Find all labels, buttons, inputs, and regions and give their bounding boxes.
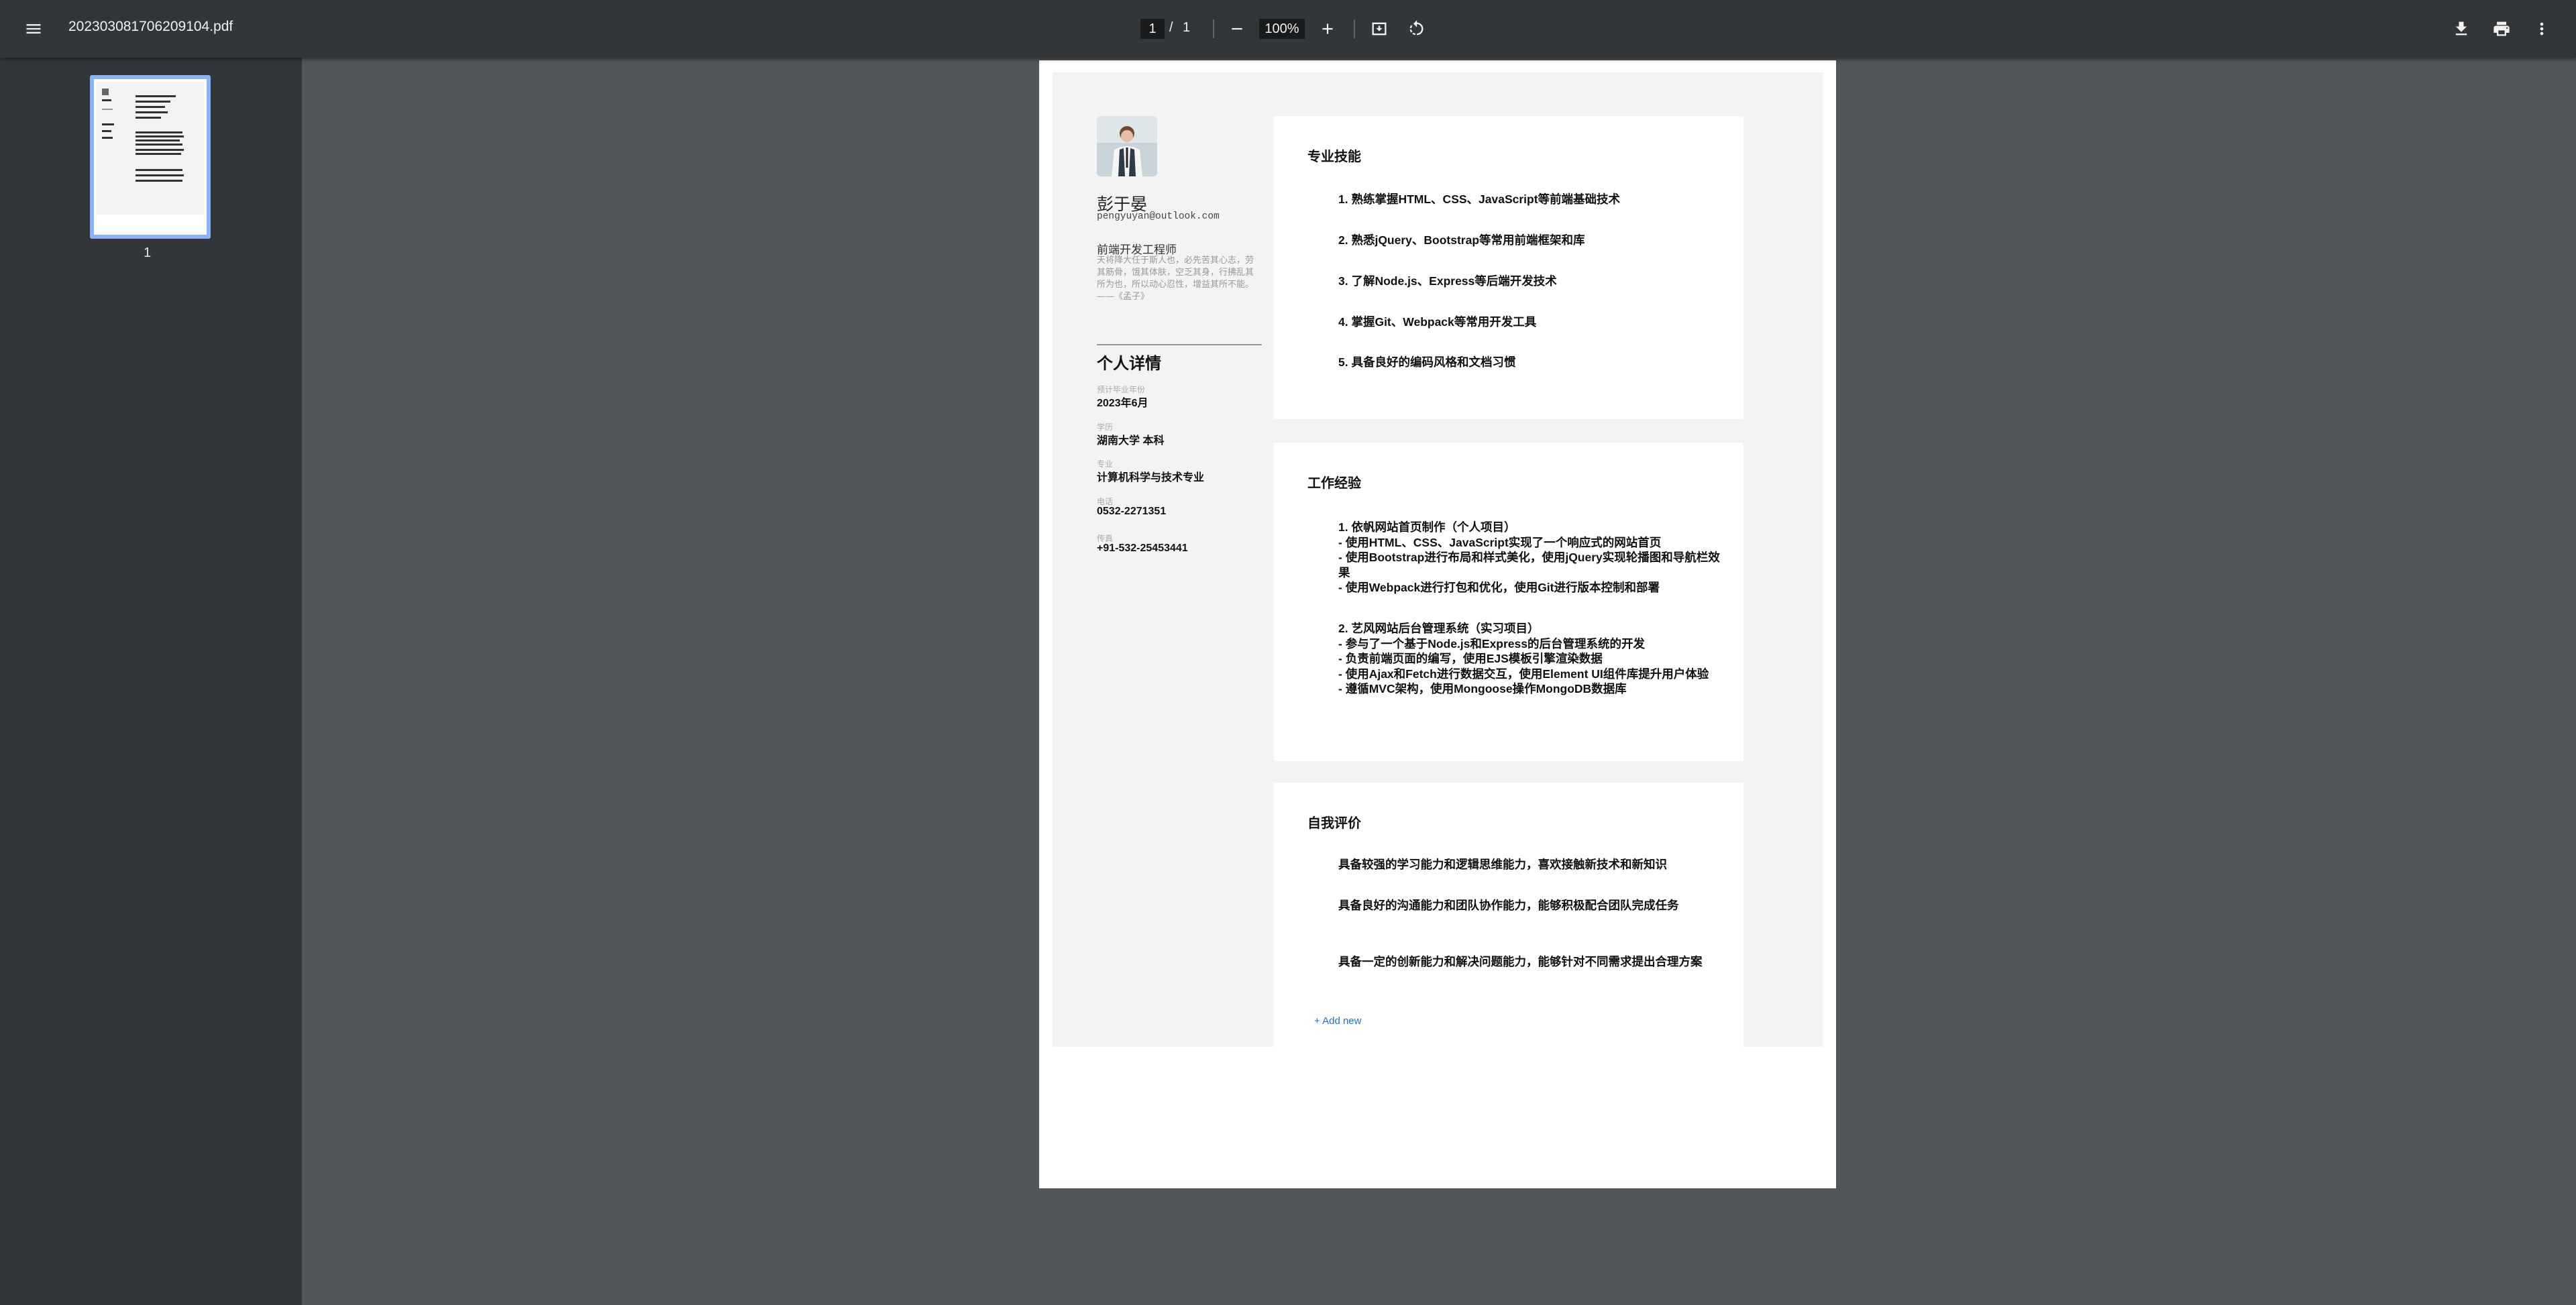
resume-email: pengyuyan@outlook.com [1097, 211, 1220, 222]
evaluation-item: 具备一定的创新能力和解决问题能力，能够针对不同需求提出合理方案 [1338, 955, 1703, 968]
skill-item: 4. 掌握Git、Webpack等常用开发工具 [1338, 315, 1537, 329]
page-separator: / [1169, 20, 1173, 35]
toolbar-divider [1213, 19, 1214, 38]
thumbnail-sidebar: 1 [0, 58, 302, 1305]
more-options-icon[interactable] [2523, 10, 2561, 48]
work-title: 工作经验 [1307, 476, 1361, 491]
details-title: 个人详情 [1097, 355, 1161, 373]
skills-card: 专业技能 1. 熟练掌握HTML、CSS、JavaScript等前端基础技术 2… [1274, 116, 1743, 419]
download-icon[interactable] [2443, 10, 2480, 48]
self-evaluation-card: 自我评价 具备较强的学习能力和逻辑思维能力，喜欢接触新技术和新知识 具备良好的沟… [1274, 783, 1743, 1047]
zoom-in-icon[interactable] [1309, 10, 1346, 48]
skill-item: 2. 熟悉jQuery、Bootstrap等常用前端框架和库 [1338, 233, 1585, 247]
page-thumbnail[interactable] [90, 75, 211, 239]
evaluation-item: 具备良好的沟通能力和团队协作能力，能够积极配合团队完成任务 [1338, 899, 1679, 912]
detail-value-major: 计算机科学与技术专业 [1097, 472, 1205, 484]
zoom-level-input[interactable]: 100% [1259, 19, 1305, 39]
skill-item: 5. 具备良好的编码风格和文档习惯 [1338, 355, 1516, 369]
avatar [1097, 116, 1157, 176]
detail-value-fax: +91-532-25453441 [1097, 543, 1188, 554]
skills-title: 专业技能 [1307, 150, 1361, 164]
print-icon[interactable] [2483, 10, 2520, 48]
detail-value-graduation: 2023年6月 [1097, 398, 1148, 409]
evaluation-title: 自我评价 [1307, 816, 1361, 831]
pdf-page: 彭于晏 pengyuyan@outlook.com 前端开发工程师 天将降大任于… [1039, 60, 1836, 1188]
section-divider [1097, 344, 1262, 345]
work-experience-card: 工作经验 1. 依帆网站首页制作（个人项目） - 使用HTML、CSS、Java… [1274, 443, 1743, 761]
skill-item: 1. 熟练掌握HTML、CSS、JavaScript等前端基础技术 [1338, 192, 1621, 206]
resume-body: 彭于晏 pengyuyan@outlook.com 前端开发工程师 天将降大任于… [1053, 72, 1823, 1047]
add-new-link[interactable]: + Add new [1314, 1015, 1361, 1027]
resume-quote: 天将降大任于斯人也，必先苦其心志，劳其筋骨，饿其体肤，空乏其身，行拂乱其所为也，… [1097, 256, 1254, 302]
pdf-toolbar: 20230308170620910​4.pdf 1 / 1 100% [0, 0, 2576, 58]
file-name: 20230308170620910​4.pdf [68, 19, 233, 34]
work-item: 2. 艺风网站后台管理系统（实习项目） - 参与了一个基于Node.js和Exp… [1338, 622, 1709, 695]
menu-icon[interactable] [15, 10, 52, 48]
page-total: 1 [1183, 20, 1191, 35]
skill-item: 3. 了解Node.js、Express等后端开发技术 [1338, 274, 1557, 288]
fit-to-page-icon[interactable] [1360, 10, 1398, 48]
thumbnail-preview [97, 82, 204, 215]
toolbar-divider [1354, 19, 1355, 38]
thumbnail-page-number: 1 [144, 245, 152, 260]
zoom-out-icon[interactable] [1218, 10, 1256, 48]
rotate-counterclockwise-icon[interactable] [1397, 10, 1435, 48]
page-number-input[interactable]: 1 [1140, 19, 1165, 39]
detail-value-phone: 0532-2271351 [1097, 506, 1167, 517]
evaluation-item: 具备较强的学习能力和逻辑思维能力，喜欢接触新技术和新知识 [1338, 858, 1667, 871]
detail-value-education: 湖南大学 本科 [1097, 435, 1165, 447]
work-item: 1. 依帆网站首页制作（个人项目） - 使用HTML、CSS、JavaScrip… [1338, 520, 1720, 594]
